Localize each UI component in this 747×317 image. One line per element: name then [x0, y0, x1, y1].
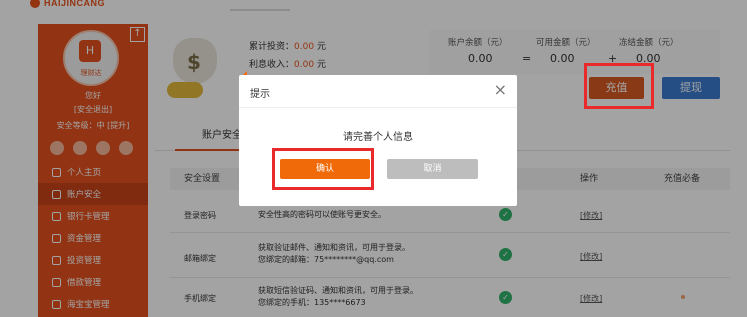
close-icon[interactable]: × — [494, 81, 507, 99]
dialog-title: 提示 — [250, 89, 270, 100]
charge-highlight-box — [584, 63, 654, 109]
dialog-message: 请完善个人信息 — [343, 132, 413, 143]
confirm-highlight-box — [272, 148, 374, 190]
cancel-button[interactable]: 取消 — [387, 159, 478, 179]
dialog-header: 提示 × — [239, 75, 517, 108]
